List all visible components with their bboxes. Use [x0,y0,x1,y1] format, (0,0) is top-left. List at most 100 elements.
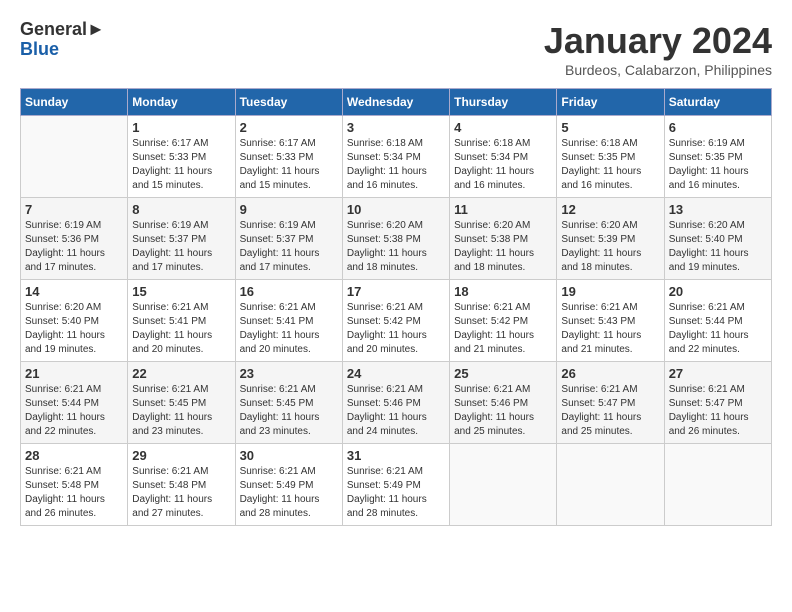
day-info: Sunrise: 6:21 AMSunset: 5:42 PMDaylight:… [347,301,445,357]
day-number: 29 [132,448,230,463]
day-cell [450,444,557,526]
day-info: Sunrise: 6:17 AMSunset: 5:33 PMDaylight:… [240,137,338,193]
day-number: 28 [25,448,123,463]
day-number: 22 [132,366,230,381]
day-cell: 12 Sunrise: 6:20 AMSunset: 5:39 PMDayligh… [557,198,664,280]
day-cell: 30Sunrise: 6:21 AMSunset: 5:49 PMDayligh… [235,444,342,526]
day-info: Sunrise: 6:18 AMSunset: 5:34 PMDaylight:… [347,137,445,193]
day-number: 27 [669,366,767,381]
day-number: 6 [669,120,767,135]
day-number: 4 [454,120,552,135]
day-number: 11 [454,202,552,217]
day-cell: 26Sunrise: 6:21 AMSunset: 5:47 PMDayligh… [557,362,664,444]
day-number: 13 [669,202,767,217]
logo-general: General► [20,20,105,40]
day-number: 12 [561,202,659,217]
day-info: Sunrise: 6:21 AMSunset: 5:49 PMDaylight:… [347,465,445,521]
day-info: Sunrise: 6:21 AMSunset: 5:46 PMDaylight:… [454,383,552,439]
week-row-2: 7 Sunrise: 6:19 AMSunset: 5:36 PMDaylight… [21,198,772,280]
header-cell-tuesday: Tuesday [235,89,342,116]
day-number: 18 [454,284,552,299]
day-info: Sunrise: 6:18 AMSunset: 5:35 PMDaylight:… [561,137,659,193]
day-info: Sunrise: 6:20 AMSunset: 5:38 PMDaylight:… [454,219,552,275]
logo-text: General► Blue [20,20,105,60]
day-number: 5 [561,120,659,135]
week-row-1: 1Sunrise: 6:17 AMSunset: 5:33 PMDaylight… [21,116,772,198]
day-info: Sunrise: 6:19 AMSunset: 5:36 PMDaylight:… [25,219,123,275]
calendar-table: SundayMondayTuesdayWednesdayThursdayFrid… [20,88,772,526]
day-cell: 20Sunrise: 6:21 AMSunset: 5:44 PMDayligh… [664,280,771,362]
day-number: 17 [347,284,445,299]
day-number: 3 [347,120,445,135]
day-number: 10 [347,202,445,217]
day-cell: 1Sunrise: 6:17 AMSunset: 5:33 PMDaylight… [128,116,235,198]
day-cell [557,444,664,526]
day-info: Sunrise: 6:21 AMSunset: 5:41 PMDaylight:… [132,301,230,357]
day-info: Sunrise: 6:21 AMSunset: 5:47 PMDaylight:… [561,383,659,439]
day-cell: 23 Sunrise: 6:21 AMSunset: 5:45 PMDayligh… [235,362,342,444]
day-info: Sunrise: 6:20 AMSunset: 5:38 PMDaylight:… [347,219,445,275]
day-cell: 22 Sunrise: 6:21 AMSunset: 5:45 PMDayligh… [128,362,235,444]
day-info: Sunrise: 6:21 AMSunset: 5:43 PMDaylight:… [561,301,659,357]
day-cell: 24 Sunrise: 6:21 AMSunset: 5:46 PMDayligh… [342,362,449,444]
header-cell-friday: Friday [557,89,664,116]
day-cell: 15 Sunrise: 6:21 AMSunset: 5:41 PMDayligh… [128,280,235,362]
day-cell: 16 Sunrise: 6:21 AMSunset: 5:41 PMDayligh… [235,280,342,362]
day-info: Sunrise: 6:21 AMSunset: 5:49 PMDaylight:… [240,465,338,521]
day-number: 8 [132,202,230,217]
day-number: 15 [132,284,230,299]
day-cell: 25Sunrise: 6:21 AMSunset: 5:46 PMDayligh… [450,362,557,444]
day-number: 16 [240,284,338,299]
week-row-3: 14 Sunrise: 6:20 AMSunset: 5:40 PMDayligh… [21,280,772,362]
day-info: Sunrise: 6:17 AMSunset: 5:33 PMDaylight:… [132,137,230,193]
day-info: Sunrise: 6:18 AMSunset: 5:34 PMDaylight:… [454,137,552,193]
day-cell: 8 Sunrise: 6:19 AMSunset: 5:37 PMDaylight… [128,198,235,280]
day-info: Sunrise: 6:20 AMSunset: 5:40 PMDaylight:… [25,301,123,357]
day-cell: 7 Sunrise: 6:19 AMSunset: 5:36 PMDaylight… [21,198,128,280]
day-cell: 11 Sunrise: 6:20 AMSunset: 5:38 PMDayligh… [450,198,557,280]
day-cell: 13 Sunrise: 6:20 AMSunset: 5:40 PMDayligh… [664,198,771,280]
location: Burdeos, Calabarzon, Philippines [544,62,772,78]
day-number: 23 [240,366,338,381]
logo-blue: Blue [20,40,105,60]
day-info: Sunrise: 6:21 AMSunset: 5:42 PMDaylight:… [454,301,552,357]
day-info: Sunrise: 6:21 AMSunset: 5:41 PMDaylight:… [240,301,338,357]
day-number: 7 [25,202,123,217]
day-cell: 6 Sunrise: 6:19 AMSunset: 5:35 PMDaylight… [664,116,771,198]
day-cell: 28 Sunrise: 6:21 AMSunset: 5:48 PMDayligh… [21,444,128,526]
day-info: Sunrise: 6:21 AMSunset: 5:45 PMDaylight:… [240,383,338,439]
day-number: 31 [347,448,445,463]
header-cell-saturday: Saturday [664,89,771,116]
day-info: Sunrise: 6:21 AMSunset: 5:47 PMDaylight:… [669,383,767,439]
title-block: January 2024 Burdeos, Calabarzon, Philip… [544,20,772,78]
day-cell: 18 Sunrise: 6:21 AMSunset: 5:42 PMDayligh… [450,280,557,362]
header-cell-thursday: Thursday [450,89,557,116]
day-cell: 4 Sunrise: 6:18 AMSunset: 5:34 PMDaylight… [450,116,557,198]
day-info: Sunrise: 6:20 AMSunset: 5:39 PMDaylight:… [561,219,659,275]
day-number: 20 [669,284,767,299]
day-cell: 2Sunrise: 6:17 AMSunset: 5:33 PMDaylight… [235,116,342,198]
day-info: Sunrise: 6:21 AMSunset: 5:48 PMDaylight:… [25,465,123,521]
header-cell-monday: Monday [128,89,235,116]
day-info: Sunrise: 6:19 AMSunset: 5:37 PMDaylight:… [132,219,230,275]
day-cell: 21 Sunrise: 6:21 AMSunset: 5:44 PMDayligh… [21,362,128,444]
day-cell: 5 Sunrise: 6:18 AMSunset: 5:35 PMDaylight… [557,116,664,198]
day-info: Sunrise: 6:21 AMSunset: 5:44 PMDaylight:… [25,383,123,439]
header-row: SundayMondayTuesdayWednesdayThursdayFrid… [21,89,772,116]
day-info: Sunrise: 6:21 AMSunset: 5:46 PMDaylight:… [347,383,445,439]
header-cell-sunday: Sunday [21,89,128,116]
day-cell: 9Sunrise: 6:19 AMSunset: 5:37 PMDaylight… [235,198,342,280]
day-cell: 31 Sunrise: 6:21 AMSunset: 5:49 PMDayligh… [342,444,449,526]
day-cell: 19Sunrise: 6:21 AMSunset: 5:43 PMDayligh… [557,280,664,362]
day-info: Sunrise: 6:20 AMSunset: 5:40 PMDaylight:… [669,219,767,275]
day-info: Sunrise: 6:21 AMSunset: 5:45 PMDaylight:… [132,383,230,439]
page-header: General► Blue January 2024 Burdeos, Cala… [20,20,772,78]
day-cell: 29Sunrise: 6:21 AMSunset: 5:48 PMDayligh… [128,444,235,526]
day-number: 21 [25,366,123,381]
week-row-4: 21 Sunrise: 6:21 AMSunset: 5:44 PMDayligh… [21,362,772,444]
day-number: 24 [347,366,445,381]
day-info: Sunrise: 6:19 AMSunset: 5:35 PMDaylight:… [669,137,767,193]
day-number: 14 [25,284,123,299]
day-number: 9 [240,202,338,217]
month-title: January 2024 [544,20,772,62]
